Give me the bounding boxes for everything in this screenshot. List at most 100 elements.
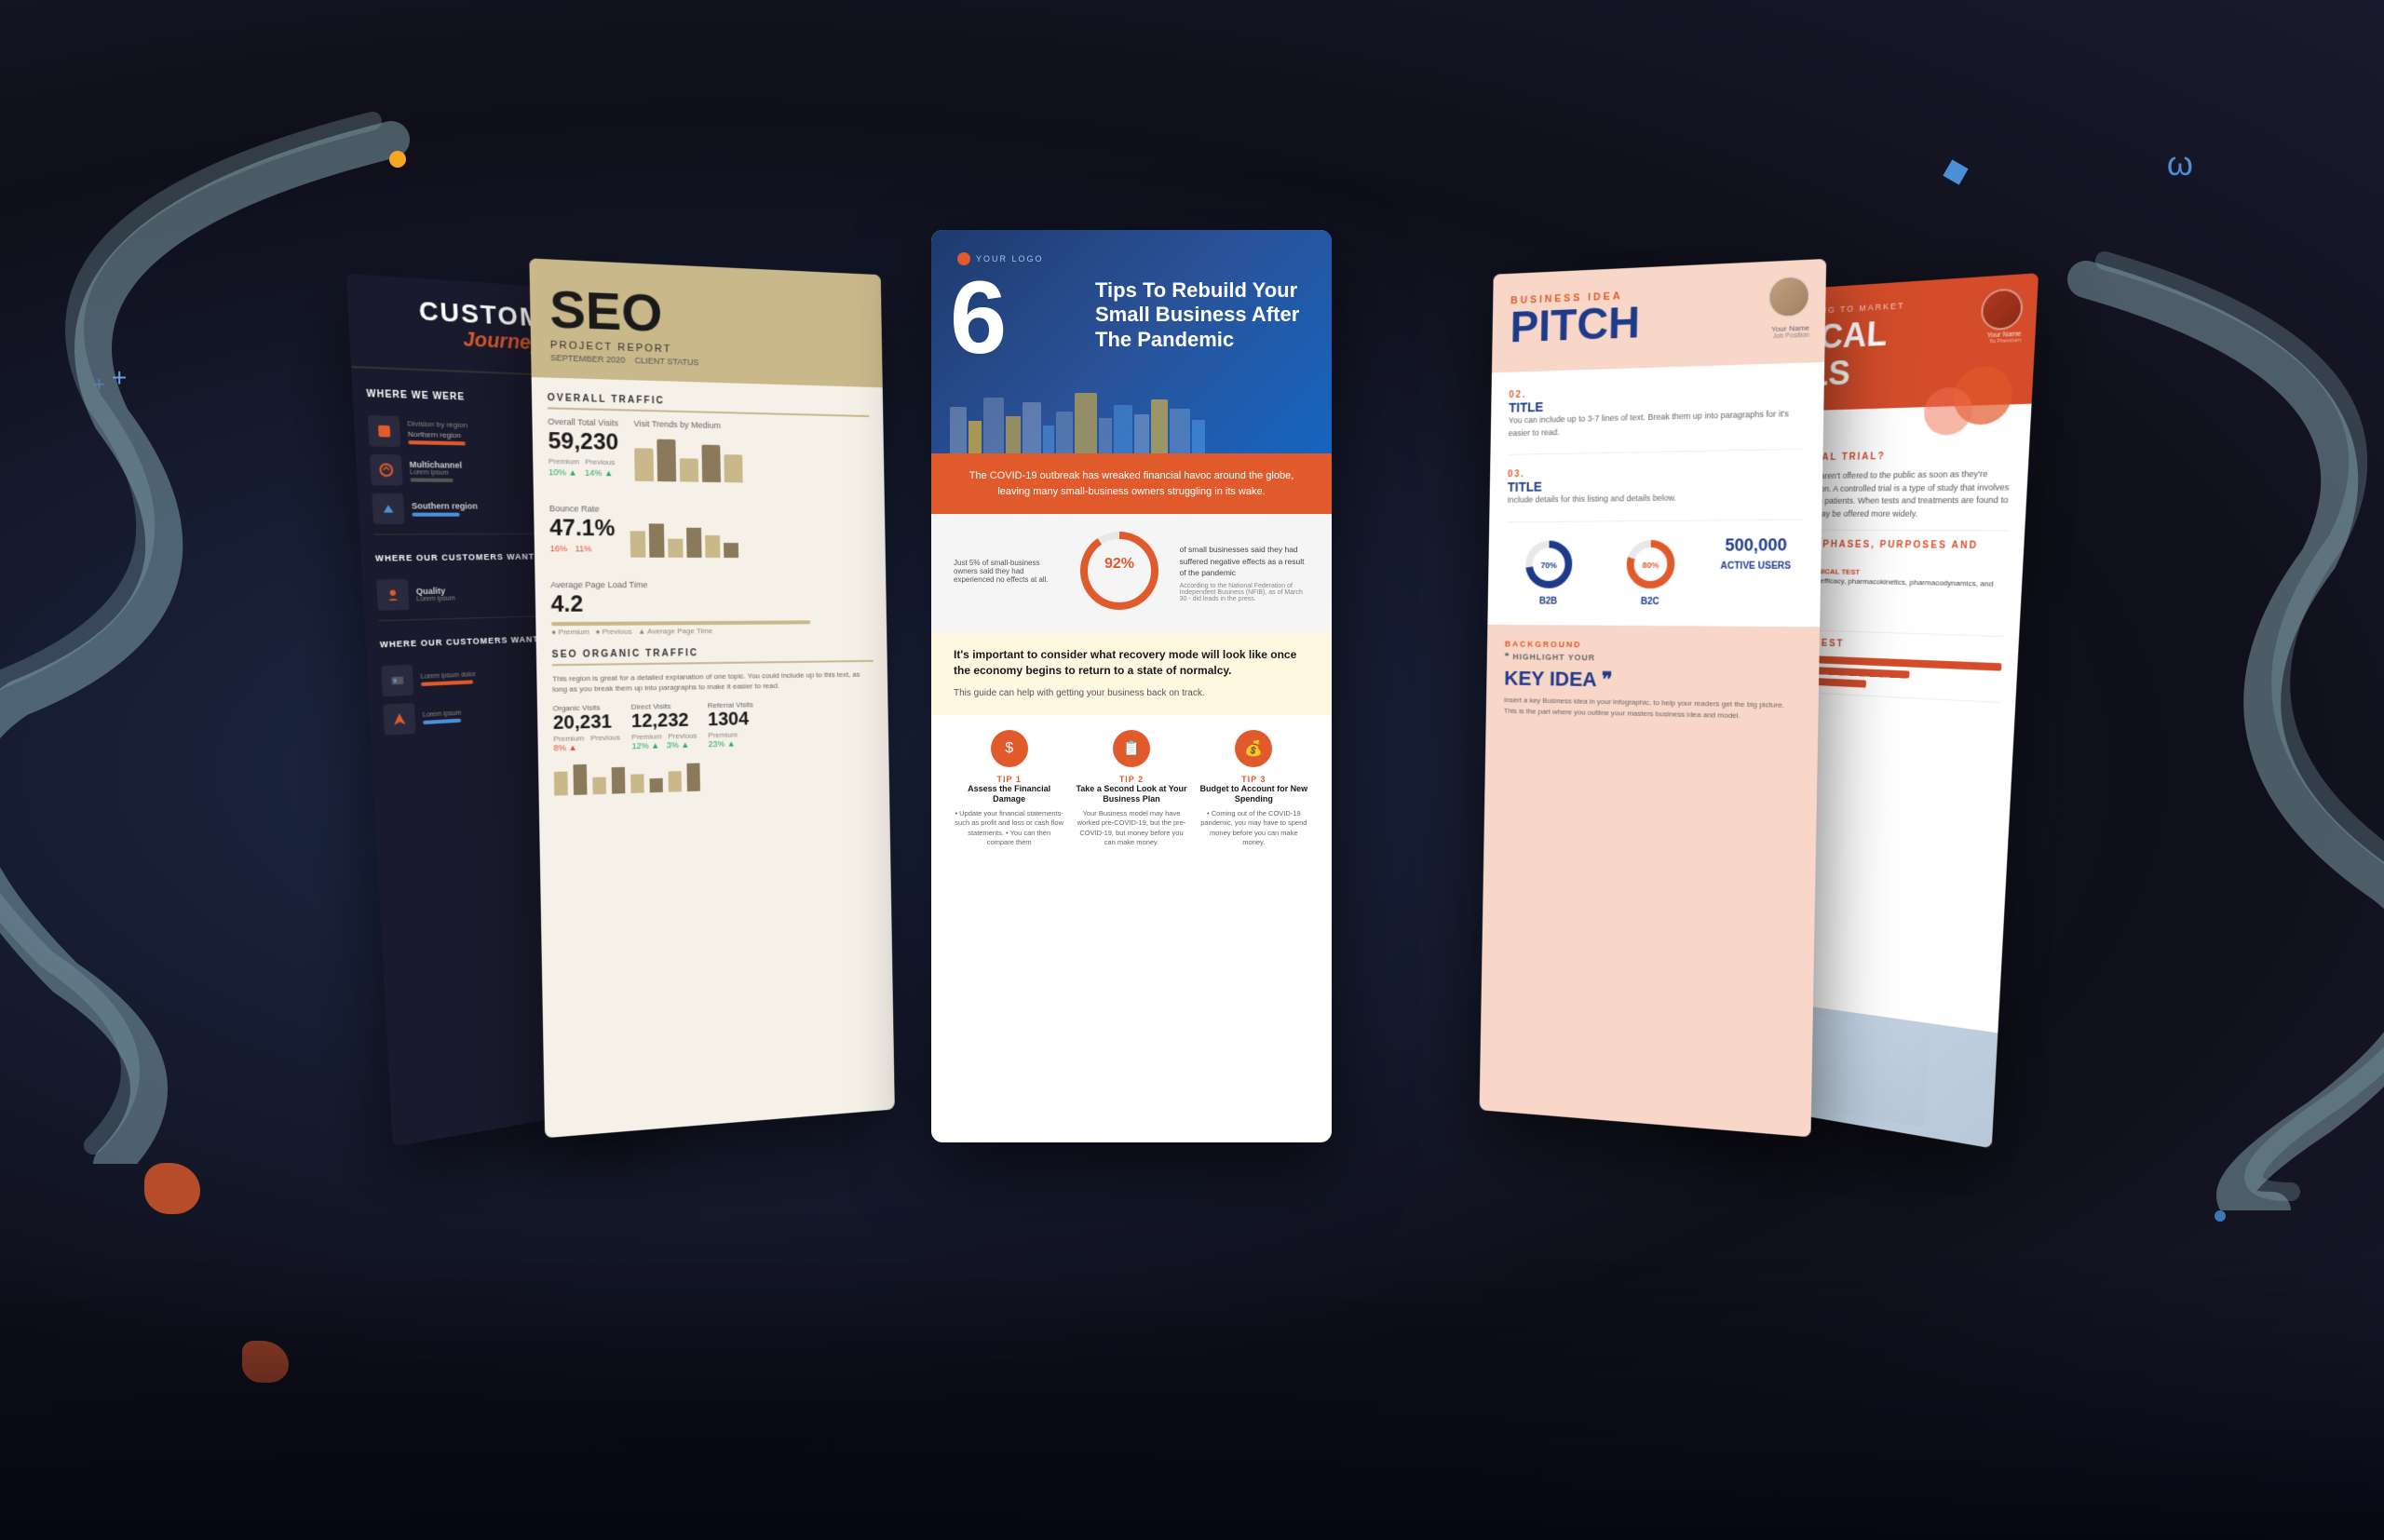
- cj-icon-4: [376, 579, 409, 611]
- cj-icon-6: [383, 703, 415, 736]
- seo-page-load: Average Page Load Time 4.2 ● Premium ● P…: [550, 580, 873, 637]
- small-dot-right: [2215, 1210, 2226, 1222]
- seo-total-visits: Overall Total Visits 59,230 Premium Prev…: [548, 417, 619, 479]
- cj-icon-2: [370, 454, 402, 486]
- svg-text:92%: 92%: [1104, 556, 1134, 572]
- pitch-users-label: ACTIVE USERS: [1710, 561, 1801, 571]
- pitch-stat-users: 500,000 ACTIVE USERS: [1710, 534, 1803, 607]
- main-card-header: YOUR LOGO 6 Tips To Rebuild Your Small B…: [931, 230, 1332, 453]
- seo-bounce-rate: Bounce Rate 47.1% 16% 11%: [549, 504, 616, 554]
- main-card-title: Tips To Rebuild Your Small Business Afte…: [1095, 278, 1309, 352]
- main-tip-1: $ TIP 1 Assess the Financial Damage • Up…: [954, 730, 1064, 848]
- tip3-title: Budget to Account for New Spending: [1199, 784, 1309, 805]
- seo-direct-num: 12,232: [631, 710, 698, 734]
- seo-card[interactable]: SEO PROJECT REPORT SEPTEMBER 2020 CLIENT…: [529, 258, 894, 1138]
- tip3-num: TIP 3: [1199, 775, 1309, 784]
- main-circle-stat-svg: 92%: [1077, 529, 1161, 613]
- pitch-title: PITCH: [1510, 294, 1806, 350]
- main-tips-card[interactable]: YOUR LOGO 6 Tips To Rebuild Your Small B…: [931, 230, 1332, 1142]
- pitch-stats-row: 70% B2B 80% B2C 500,000 ACTIVE USERS: [1506, 534, 1803, 607]
- seo-bounce-label: Bounce Rate: [549, 504, 615, 514]
- tip2-title: Take a Second Look at Your Business Plan: [1076, 784, 1186, 805]
- pitch-highlight-text: KEY IDEA ❞: [1504, 667, 1799, 694]
- clinical-profile: Your Name To Premium: [1979, 288, 2024, 345]
- pitch-b2c-label: B2C: [1605, 596, 1694, 606]
- svg-text:80%: 80%: [1642, 560, 1659, 569]
- main-intro-band: The COVID-19 outbreak has wreaked financ…: [931, 453, 1332, 514]
- main-source-text: According to the National Federation of …: [1180, 583, 1309, 602]
- seo-bar-chart-2: [630, 505, 872, 567]
- main-logo-bar: YOUR LOGO: [957, 252, 1306, 265]
- tip2-num: TIP 2: [1076, 775, 1186, 784]
- swirl-right-decoration: [1993, 186, 2384, 1210]
- tip2-icon: 📋: [1113, 730, 1150, 767]
- seo-bounce-change1: 16%: [550, 544, 568, 553]
- b2b-donut: 70%: [1522, 536, 1577, 591]
- main-stat-main-text: of small businesses said they had suffer…: [1180, 544, 1309, 579]
- cj-icon-5: [381, 665, 413, 697]
- seo-bounce-change2: 11%: [575, 544, 591, 553]
- seo-organic-desc: This region is great for a detailed expl…: [552, 669, 874, 696]
- svg-text:70%: 70%: [1540, 561, 1557, 570]
- main-tips-section: $ TIP 1 Assess the Financial Damage • Up…: [931, 715, 1332, 863]
- pitch-profile: Your Name Job Position: [1768, 275, 1811, 340]
- seo-organic-title: SEO ORGANIC TRAFFIC: [552, 646, 874, 666]
- pitch-card[interactable]: BUSINESS IDEA PITCH Your Name Job Positi…: [1480, 259, 1827, 1137]
- main-tip-3: 💰 TIP 3 Budget to Account for New Spendi…: [1199, 730, 1309, 848]
- pitch-card-body: 02. TITLE You can include up to 3-7 line…: [1487, 362, 1824, 627]
- seo-organic-stats: Organic Visits 20,231 Premium Previous 8…: [553, 698, 875, 753]
- pitch-stat-b2b: 70% B2B: [1506, 536, 1592, 606]
- seo-visit-trends: Visit Trends by Medium: [633, 419, 870, 494]
- tip3-text: • Coming out of the COVID-19 pandemic, y…: [1199, 809, 1309, 848]
- main-desc-section: It's important to consider what recovery…: [931, 632, 1332, 715]
- tip1-num: TIP 1: [954, 775, 1064, 784]
- cj-icon-1: [368, 415, 401, 447]
- squiggle-decoration: ω: [2167, 144, 2193, 183]
- pitch-card-header: BUSINESS IDEA PITCH Your Name Job Positi…: [1492, 259, 1826, 372]
- cj-icon-3: [372, 493, 404, 524]
- seo-bounce-num: 47.1%: [549, 515, 616, 542]
- tip1-title: Assess the Financial Damage: [954, 784, 1064, 805]
- seo-title: SEO: [549, 282, 864, 347]
- pitch-highlight-intro: ❝ HIGHLIGHT YOUR: [1505, 652, 1800, 666]
- main-intro-text: The COVID-19 outbreak has wreaked financ…: [954, 468, 1309, 499]
- seo-load-num: 4.2: [550, 591, 872, 618]
- main-tips-grid: $ TIP 1 Assess the Financial Damage • Up…: [954, 730, 1309, 848]
- pitch-text-03: Include details for this listing and det…: [1507, 491, 1803, 507]
- tip1-text: • Update your financial statements- such…: [954, 809, 1064, 848]
- pitch-b2b-label: B2B: [1506, 596, 1592, 606]
- seo-card-body: OVERALL TRAFFIC Overall Total Visits 59,…: [532, 377, 890, 812]
- main-desc-text: This guide can help with getting your bu…: [954, 686, 1309, 700]
- seo-total-label: Overall Total Visits: [548, 417, 618, 428]
- cross-decoration: +: [112, 363, 127, 393]
- pitch-section-03: 03. TITLE Include details for this listi…: [1507, 465, 1803, 522]
- seo-referral-num: 1304: [708, 709, 753, 732]
- seo-bottom-bars: [554, 754, 875, 796]
- main-title-block: Tips To Rebuild Your Small Business Afte…: [1095, 278, 1309, 352]
- main-big-number: 6: [950, 267, 1007, 370]
- pitch-stat-b2c: 80% B2C: [1605, 535, 1695, 607]
- pitch-highlight-sub: Insert a key Business idea in your infog…: [1504, 695, 1799, 723]
- main-tip-2: 📋 TIP 2 Take a Second Look at Your Busin…: [1076, 730, 1186, 848]
- cards-stage: CUSTOMER Journey WHERE WE WERE 01 Divisi…: [354, 211, 2030, 1329]
- tip3-icon: 💰: [1235, 730, 1272, 767]
- main-desc-title: It's important to consider what recovery…: [954, 647, 1309, 679]
- pitch-background-label: BACKGROUND: [1505, 639, 1800, 651]
- tip2-text: Your Business model may have worked pre-…: [1076, 809, 1186, 848]
- seo-load-label: Average Page Load Time: [550, 580, 872, 589]
- small-cross-top: +: [93, 372, 105, 397]
- dot-orange-decoration: [389, 151, 406, 168]
- b2c-donut: 80%: [1622, 535, 1678, 591]
- cj-section1-label: WHERE WE WERE: [366, 388, 465, 402]
- seo-organic-num: 20,231: [553, 711, 620, 735]
- seo-trends-label: Visit Trends by Medium: [633, 419, 869, 434]
- main-stat-small: Just 5% of small-business owners said th…: [954, 559, 1059, 584]
- seo-total-num: 59,230: [548, 428, 618, 456]
- pitch-section-02: 02. TITLE You can include up to 3-7 line…: [1508, 382, 1805, 455]
- main-stats-section: Just 5% of small-business owners said th…: [931, 514, 1332, 632]
- pitch-highlight: BACKGROUND ❝ HIGHLIGHT YOUR KEY IDEA ❞ I…: [1485, 624, 1820, 738]
- pitch-users-val: 500,000: [1711, 534, 1803, 555]
- seo-card-header: SEO PROJECT REPORT SEPTEMBER 2020 CLIENT…: [529, 258, 882, 387]
- tip1-icon: $: [991, 730, 1028, 767]
- seo-overall-title: OVERALL TRAFFIC: [548, 393, 870, 417]
